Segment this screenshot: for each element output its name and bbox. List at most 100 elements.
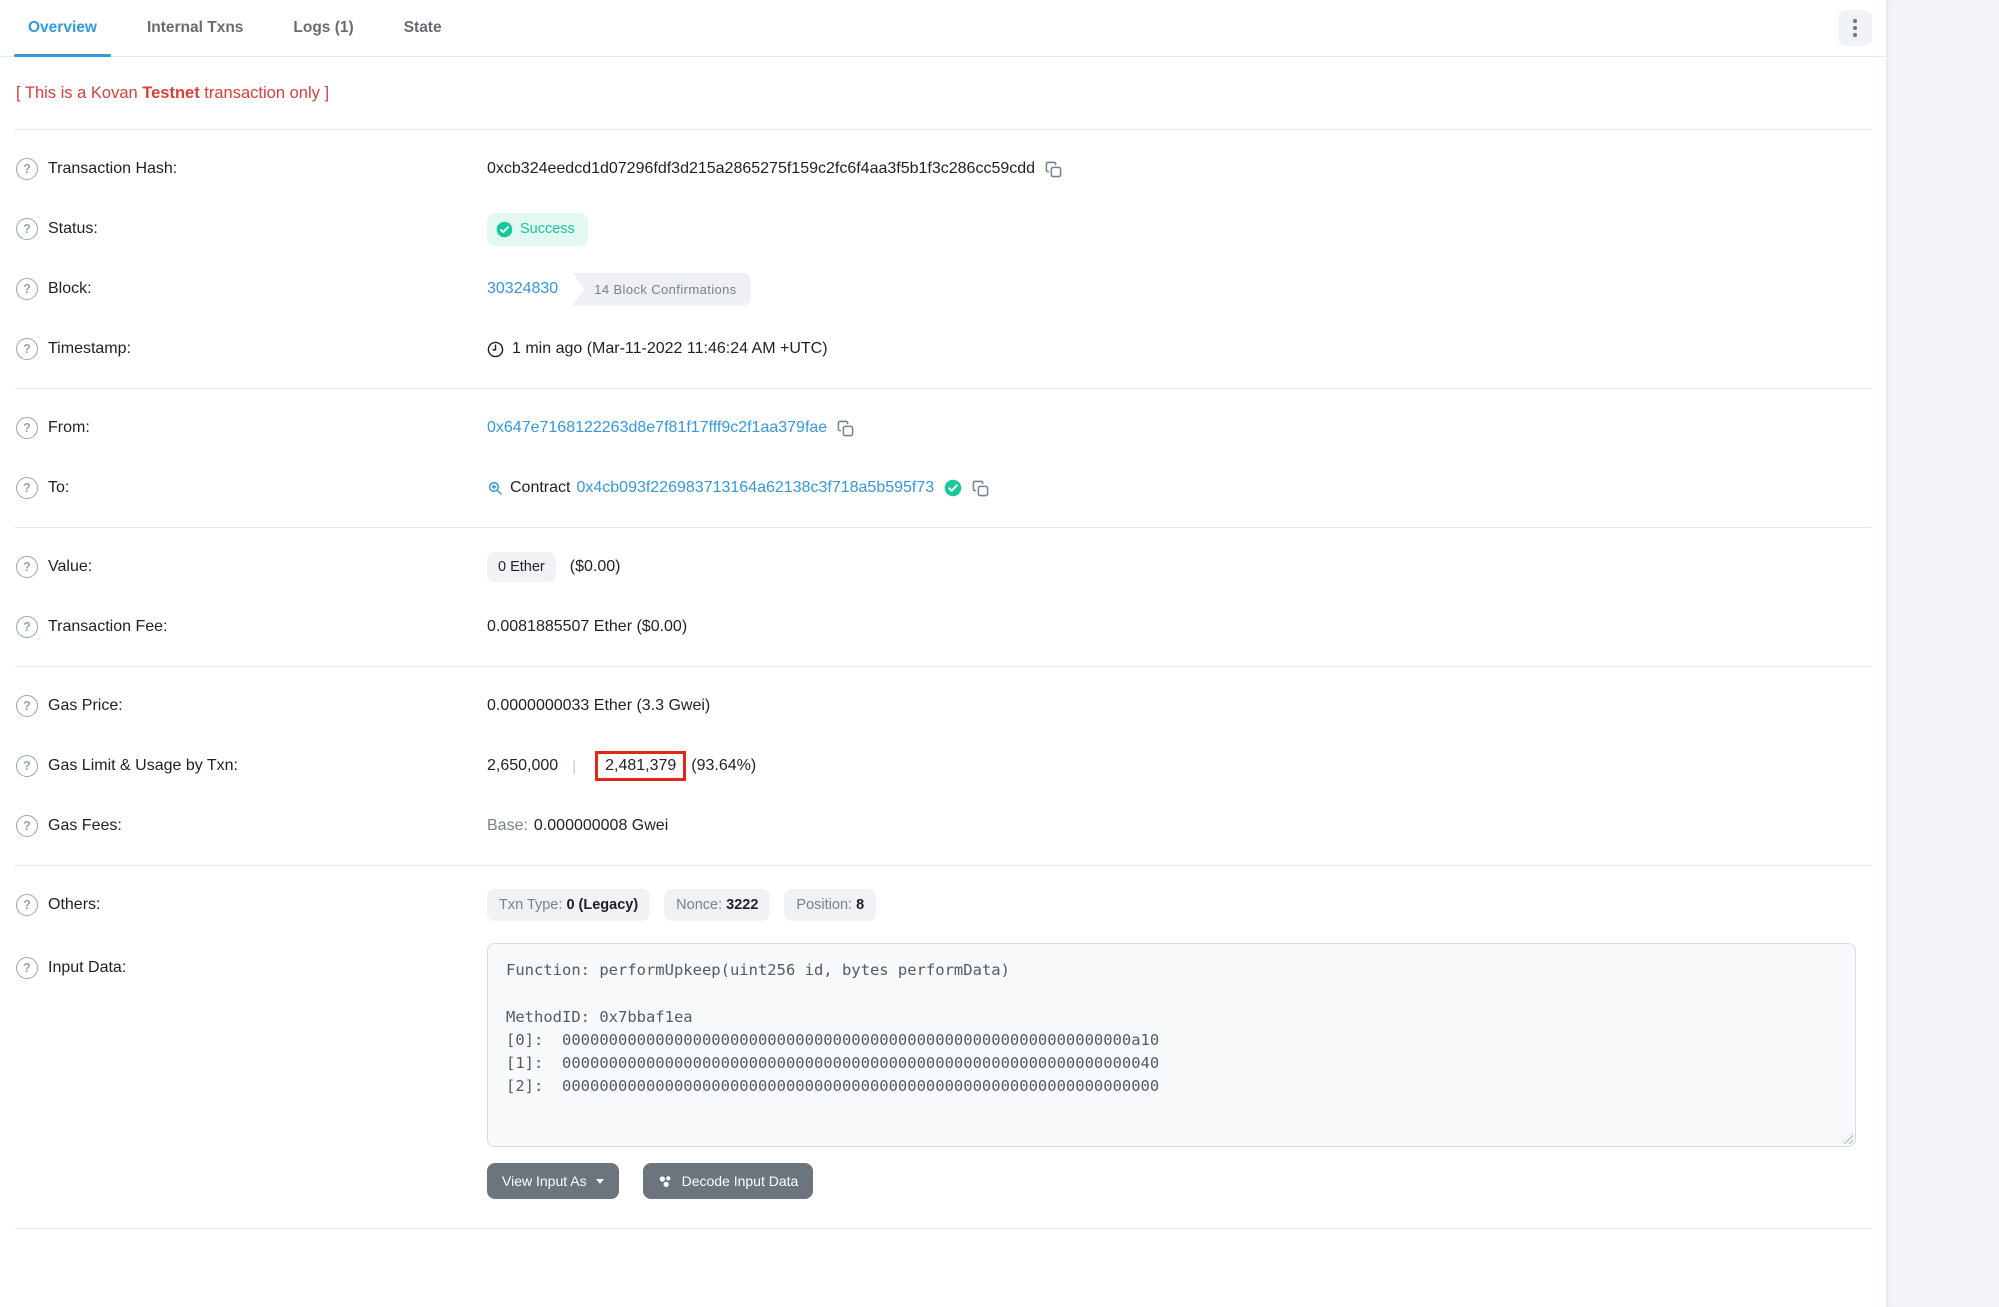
nonce-value: 3222 (726, 897, 758, 913)
decode-input-data-button[interactable]: Decode Input Data (643, 1163, 814, 1199)
others-label: Others: (48, 896, 100, 914)
help-icon: ? (16, 616, 38, 638)
decode-input-data-label: Decode Input Data (682, 1173, 799, 1189)
row-gas-fees: ? Gas Fees: Base: 0.000000008 Gwei (0, 796, 1886, 856)
tab-overview[interactable]: Overview (14, 0, 111, 56)
section-gas: ? Gas Price: 0.0000000033 Ether (3.3 Gwe… (0, 667, 1886, 865)
timestamp-label: Timestamp: (48, 340, 131, 358)
divider (14, 1228, 1872, 1229)
page-background-gutter (1886, 0, 1999, 1307)
gas-fees-label: Gas Fees: (48, 817, 122, 835)
clock-icon (487, 341, 504, 358)
tab-overview-label: Overview (28, 19, 97, 37)
value-label: Value: (48, 558, 92, 576)
row-from: ? From: 0x647e7168122263d8e7f81f17fff9c2… (0, 398, 1886, 458)
row-status: ? Status: Success (0, 199, 1886, 259)
tab-state[interactable]: State (390, 0, 456, 56)
tab-internal-txns-label: Internal Txns (147, 19, 243, 37)
section-summary: ? Transaction Hash: 0xcb324eedcd1d07296f… (0, 130, 1886, 388)
tab-bar: Overview Internal Txns Logs (1) State (0, 0, 1886, 57)
help-icon: ? (16, 218, 38, 240)
to-contract-word: Contract (510, 479, 570, 497)
status-badge-label: Success (520, 221, 575, 237)
txn-type-label: Txn Type: (499, 897, 562, 913)
row-input-data: ? Input Data: Function: performUpkeep(ui… (0, 943, 1886, 1205)
help-icon: ? (16, 894, 38, 916)
row-timestamp: ? Timestamp: 1 min ago (Mar-11-2022 11:4… (0, 319, 1886, 379)
tab-internal-txns[interactable]: Internal Txns (133, 0, 257, 56)
position-badge: Position: 8 (784, 889, 876, 921)
section-parties: ? From: 0x647e7168122263d8e7f81f17fff9c2… (0, 389, 1886, 527)
txn-type-badge: Txn Type: 0 (Legacy) (487, 889, 650, 921)
row-transaction-hash: ? Transaction Hash: 0xcb324eedcd1d07296f… (0, 139, 1886, 199)
from-label: From: (48, 419, 90, 437)
row-block: ? Block: 30324830 14 Block Confirmations (0, 259, 1886, 319)
tab-state-label: State (404, 19, 442, 37)
gas-used-percent: (93.64%) (691, 757, 756, 775)
section-value: ? Value: 0 Ether ($0.00) ? Transaction F… (0, 528, 1886, 666)
tab-logs-label: Logs (1) (293, 19, 353, 37)
chevron-down-icon (596, 1179, 604, 1184)
row-gas-limit-usage: ? Gas Limit & Usage by Txn: 2,650,000 | … (0, 736, 1886, 796)
copy-icon[interactable] (972, 480, 989, 497)
nonce-badge: Nonce: 3222 (664, 889, 770, 921)
gas-price-value: 0.0000000033 Ether (3.3 Gwei) (487, 697, 710, 715)
help-icon: ? (16, 755, 38, 777)
transaction-fee-label: Transaction Fee: (48, 618, 167, 636)
txn-type-value: 0 (Legacy) (566, 897, 638, 913)
transaction-overview-card: Overview Internal Txns Logs (1) State [ … (0, 0, 1886, 1307)
value-usd: ($0.00) (570, 558, 621, 576)
gas-fees-base-value: 0.000000008 Gwei (534, 817, 668, 835)
verified-check-icon (944, 479, 962, 497)
help-icon: ? (16, 815, 38, 837)
help-icon: ? (16, 338, 38, 360)
testnet-notice-post: transaction only ] (200, 84, 329, 102)
from-address-link[interactable]: 0x647e7168122263d8e7f81f17fff9c2f1aa379f… (487, 419, 827, 437)
row-others: ? Others: Txn Type: 0 (Legacy) Nonce: 32… (0, 875, 1886, 935)
block-confirmations-badge: 14 Block Confirmations (572, 273, 750, 306)
help-icon: ? (16, 957, 38, 979)
more-options-button[interactable] (1838, 10, 1872, 46)
gas-limit-value: 2,650,000 (487, 757, 558, 775)
to-label: To: (48, 479, 69, 497)
input-data-code: Function: performUpkeep(uint256 id, byte… (506, 959, 1837, 1099)
position-label: Position: (796, 897, 852, 913)
gas-price-label: Gas Price: (48, 697, 123, 715)
gas-used-highlight-box: 2,481,379 (595, 751, 686, 781)
gas-fees-base-label: Base: (487, 817, 528, 835)
help-icon: ? (16, 477, 38, 499)
resize-grip[interactable] (1840, 1131, 1853, 1144)
row-transaction-fee: ? Transaction Fee: 0.0081885507 Ether ($… (0, 597, 1886, 657)
input-data-label: Input Data: (48, 959, 126, 977)
row-to: ? To: Contract 0x4cb093f226983713164a621… (0, 458, 1886, 518)
transaction-hash-value: 0xcb324eedcd1d07296fdf3d215a2865275f159c… (487, 160, 1035, 178)
transaction-fee-value: 0.0081885507 Ether ($0.00) (487, 618, 687, 636)
gas-limit-label: Gas Limit & Usage by Txn: (48, 757, 238, 775)
nonce-label: Nonce: (676, 897, 722, 913)
ether-value-badge: 0 Ether (487, 552, 556, 582)
input-data-textarea[interactable]: Function: performUpkeep(uint256 id, byte… (487, 943, 1856, 1147)
status-label: Status: (48, 220, 98, 238)
transaction-hash-label: Transaction Hash: (48, 160, 177, 178)
view-input-as-button[interactable]: View Input As (487, 1163, 619, 1199)
copy-icon[interactable] (837, 420, 854, 437)
block-number-link[interactable]: 30324830 (487, 280, 558, 298)
row-value: ? Value: 0 Ether ($0.00) (0, 537, 1886, 597)
timestamp-value: 1 min ago (Mar-11-2022 11:46:24 AM +UTC) (512, 340, 828, 358)
testnet-notice-pre: [ This is a Kovan (16, 84, 142, 102)
status-badge: Success (487, 213, 588, 246)
gas-used-value: 2,481,379 (605, 757, 676, 774)
copy-icon[interactable] (1045, 161, 1062, 178)
testnet-notice-bold: Testnet (142, 84, 199, 102)
testnet-notice: [ This is a Kovan Testnet transaction on… (0, 57, 1886, 129)
help-icon: ? (16, 158, 38, 180)
tab-logs[interactable]: Logs (1) (279, 0, 367, 56)
to-address-link[interactable]: 0x4cb093f226983713164a62138c3f718a5b595f… (576, 479, 934, 497)
decode-icon (658, 1174, 673, 1189)
section-others: ? Others: Txn Type: 0 (Legacy) Nonce: 32… (0, 866, 1886, 1214)
magnifier-icon[interactable] (487, 480, 503, 496)
block-label: Block: (48, 280, 92, 298)
check-circle-icon (496, 221, 513, 238)
help-icon: ? (16, 417, 38, 439)
position-value: 8 (856, 897, 864, 913)
